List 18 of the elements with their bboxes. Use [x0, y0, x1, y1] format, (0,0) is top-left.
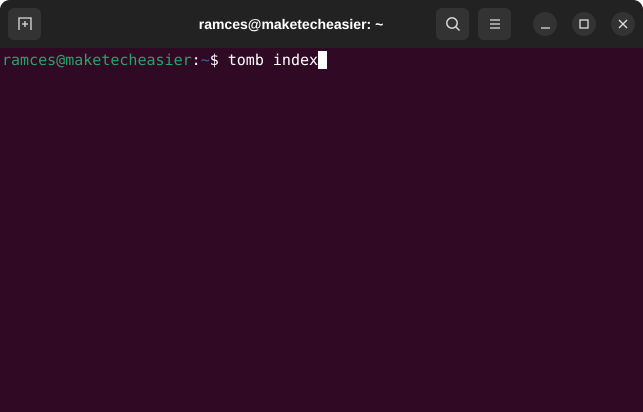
command-text: tomb index [228, 51, 318, 69]
search-icon [444, 16, 460, 32]
new-tab-icon [18, 17, 32, 31]
prompt-separator: : [192, 51, 201, 69]
window-title: ramces@maketecheasier: ~ [198, 16, 384, 32]
prompt-symbol: $ [210, 51, 219, 69]
new-tab-button[interactable] [8, 8, 41, 40]
prompt-user-host: ramces@maketecheasier [2, 51, 192, 69]
menu-icon [488, 18, 500, 30]
minimize-icon [540, 27, 550, 29]
close-button[interactable] [611, 12, 635, 36]
maximize-icon [579, 19, 589, 29]
minimize-button[interactable] [533, 12, 557, 36]
close-icon [618, 19, 628, 29]
search-button[interactable] [436, 8, 469, 40]
maximize-button[interactable] [572, 12, 596, 36]
menu-button[interactable] [478, 8, 511, 40]
prompt-path: ~ [200, 51, 210, 69]
